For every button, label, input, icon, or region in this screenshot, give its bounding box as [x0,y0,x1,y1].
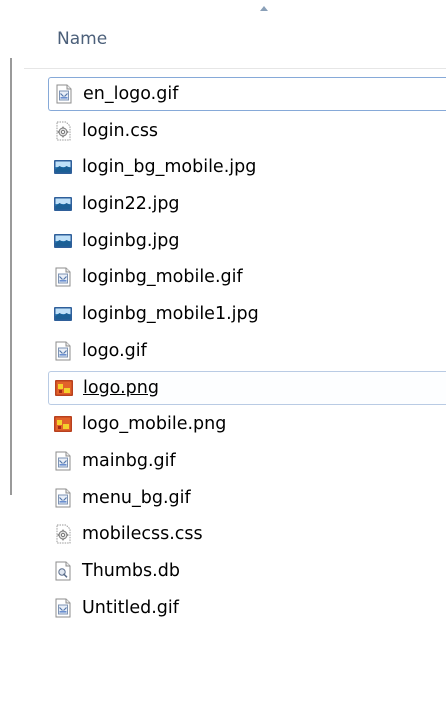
file-row[interactable]: loginbg_mobile.gif [48,260,446,294]
file-row[interactable]: loginbg_mobile1.jpg [48,297,446,331]
name-column-header[interactable]: Name [24,0,446,69]
file-row[interactable]: logo.gif [48,334,446,368]
file-name: loginbg_mobile1.jpg [82,304,259,325]
file-row[interactable]: loginbg.jpg [48,224,446,258]
file-row[interactable]: Untitled.gif [48,591,446,625]
db-file-icon [53,561,73,581]
file-row[interactable]: Thumbs.db [48,554,446,588]
png-image-icon [54,378,74,398]
file-name: loginbg_mobile.gif [82,267,243,288]
file-name: login_bg_mobile.jpg [82,157,257,178]
file-name: mobilecss.css [82,524,203,545]
gif-image-icon [53,267,73,287]
jpg-image-icon [53,157,73,177]
sort-ascending-icon [260,6,268,11]
jpg-image-icon [53,194,73,214]
file-row[interactable]: en_logo.gif [48,77,446,111]
jpg-image-icon [53,231,73,251]
file-name: login.css [82,120,159,141]
file-name: logo_mobile.png [82,414,227,435]
file-name: logo.png [83,377,159,398]
gif-image-icon [53,488,73,508]
gif-image-icon [53,341,73,361]
file-row[interactable]: login_bg_mobile.jpg [48,150,446,184]
file-name: Thumbs.db [82,560,180,581]
file-name: mainbg.gif [82,450,176,471]
file-list: en_logo.gif login.css login_bg_mobile.jpgl… [48,77,446,627]
file-name: menu_bg.gif [82,487,191,508]
file-row[interactable]: logo.png [48,370,446,405]
file-row[interactable]: login.css [48,114,446,148]
file-name: Untitled.gif [82,597,179,618]
gif-image-icon [54,84,74,104]
png-image-icon [53,414,73,434]
file-row[interactable]: logo_mobile.png [48,407,446,441]
pane-splitter[interactable] [10,58,12,495]
file-name: login22.jpg [82,194,180,215]
file-row[interactable]: login22.jpg [48,187,446,221]
file-name: loginbg.jpg [82,230,180,251]
css-file-icon [53,524,73,544]
file-name: en_logo.gif [83,84,179,104]
css-file-icon [53,121,73,141]
file-row[interactable]: mobilecss.css [48,517,446,551]
file-row[interactable]: menu_bg.gif [48,481,446,515]
name-column-label: Name [57,29,108,49]
file-row[interactable]: mainbg.gif [48,444,446,478]
file-name: logo.gif [82,340,147,361]
gif-image-icon [53,598,73,618]
gif-image-icon [53,451,73,471]
jpg-image-icon [53,304,73,324]
